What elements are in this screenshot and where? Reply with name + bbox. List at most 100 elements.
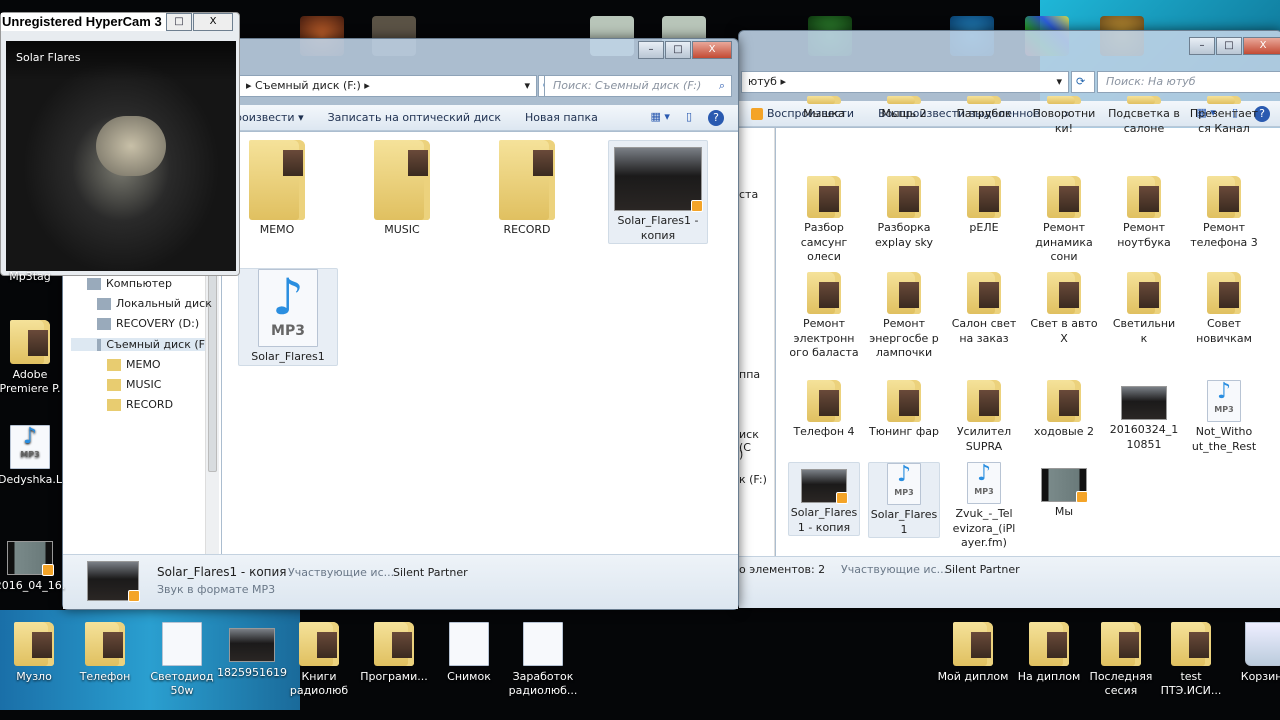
file-item[interactable]: Совет новичкам (1188, 272, 1260, 346)
nav-item[interactable]: RECOVERY (D:) (97, 317, 199, 330)
file-item[interactable]: Мышка (788, 96, 860, 122)
nav-item[interactable]: Локальный диск (97, 297, 212, 310)
nav-item[interactable]: Компьютер (87, 277, 172, 290)
file-item[interactable]: Solar_Flares1 - копия (608, 140, 708, 244)
desktop-icon[interactable]: Книги радиолюб (282, 622, 356, 698)
file-item[interactable]: Разбор самсунг олеси (788, 176, 860, 265)
file-item[interactable]: Патрубок (948, 96, 1020, 122)
desktop-icon[interactable]: Телефон (68, 622, 142, 684)
file-item[interactable]: Презентает ся Канал (1188, 96, 1260, 136)
file-item[interactable]: ♪ MP3 Solar_Flares1 (238, 268, 338, 366)
selected-file-thumbnail (87, 561, 140, 602)
desktop-icon[interactable]: Мой диплом (936, 622, 1010, 684)
desktop-icon[interactable]: Музло (0, 622, 71, 684)
chevron-down-icon[interactable]: ▾ (1056, 72, 1062, 92)
folder-preview (1059, 186, 1079, 212)
folder-preview (899, 282, 919, 308)
folder-icon (374, 622, 414, 666)
desktop-icon[interactable]: Корзина (1228, 622, 1280, 684)
file-item[interactable]: Ремонт энергосбе р лампочки (868, 272, 940, 361)
scrollbar-thumb[interactable] (208, 262, 217, 472)
nav-item-partial[interactable]: ппа (739, 368, 760, 381)
address-bar[interactable]: ▸ Съемный диск (F:) ▸ ▾ (239, 75, 537, 97)
mp3-file-icon (449, 622, 489, 666)
desktop-icon[interactable]: Снимок (432, 622, 506, 684)
desktop-icon[interactable]: Последняя сесия (1084, 622, 1158, 698)
preview-pane-icon[interactable]: ▯ (686, 110, 692, 126)
status-value: Silent Partner (945, 563, 1020, 576)
chevron-down-icon[interactable]: ▾ (524, 76, 530, 96)
desktop-icon[interactable]: ♪ MP3 Dedyshka.L (0, 425, 67, 487)
file-item[interactable]: Поворотни ки! (1028, 96, 1100, 136)
local-disk-icon (97, 297, 111, 310)
file-item[interactable]: ♪ MP3 Not_Witho ut_the_Rest (1188, 380, 1260, 454)
close-button[interactable]: X (193, 13, 233, 31)
file-label: MUSIC (384, 223, 420, 236)
search-input[interactable]: Поиск: На ютуб (1097, 71, 1280, 93)
film-icon (1041, 468, 1088, 503)
desktop-icon[interactable]: test ПТЭ.ИСИ... (1154, 622, 1228, 698)
file-item[interactable]: Телефон 4 (788, 380, 860, 440)
file-item[interactable]: RECORD (482, 140, 572, 238)
file-item[interactable]: ♪ MP3 Solar_Flares 1 (868, 462, 940, 538)
maximize-button[interactable]: □ (166, 13, 192, 31)
desktop-icon[interactable]: Mp3tag (0, 270, 67, 284)
desktop-icon[interactable]: Програми... (357, 622, 431, 684)
file-item[interactable]: Solar_Flares 1 - копия (788, 462, 860, 536)
status-field: Участвующие ис... (841, 563, 948, 576)
file-item[interactable]: Ремонт ноутбука (1108, 176, 1180, 250)
minimize-button[interactable]: – (638, 41, 664, 59)
play-badge-icon (691, 200, 703, 212)
search-icon[interactable]: ⌕ (719, 76, 725, 96)
burn-button[interactable]: Записать на оптический диск (316, 111, 513, 124)
file-item[interactable]: 20160324_1 10851 (1108, 380, 1180, 452)
file-item[interactable]: рЕЛЕ (948, 176, 1020, 236)
nav-item[interactable]: MUSIC (107, 378, 161, 391)
nav-item[interactable]: RECORD (107, 398, 173, 411)
file-item[interactable]: ♪ MP3 Zvuk_-_Tel evizora_(iPl ayer.fm) (948, 462, 1020, 551)
desktop-icon[interactable]: Adobe Premiere P. (0, 320, 67, 396)
file-label: Not_Witho ut_the_Rest (1191, 425, 1257, 453)
refresh-icon[interactable]: ⟳ (1071, 71, 1095, 93)
desktop-icon[interactable]: Светодиод 50w (145, 622, 219, 698)
file-item[interactable]: Светильни к (1108, 272, 1180, 346)
file-item[interactable]: Ремонт динамика сони (1028, 176, 1100, 265)
desktop-icon-label: Мой диплом (937, 670, 1009, 683)
nav-item-partial[interactable]: ) (739, 448, 743, 461)
search-input[interactable]: Поиск: Съемный диск (F:) ⌕ (544, 75, 732, 97)
file-item[interactable]: Мы (1028, 462, 1100, 520)
address-bar[interactable]: ютуб ▸ ▾ (741, 71, 1069, 93)
desktop-icon[interactable]: 2016_04_16. (0, 535, 67, 593)
desktop-icon-label: Програми... (360, 670, 428, 683)
file-item[interactable]: Подсветка в салоне (1108, 96, 1180, 136)
view-options-icon[interactable]: ▦ ▾ (651, 110, 670, 126)
file-item[interactable]: Мышь 2 (868, 96, 940, 122)
close-button[interactable]: X (692, 41, 732, 59)
new-folder-button[interactable]: Новая папка (513, 111, 610, 124)
close-button[interactable]: X (1243, 37, 1280, 55)
file-item[interactable]: Тюнинг фар (868, 380, 940, 440)
nav-item-partial[interactable]: иск (C (739, 428, 774, 454)
mp3-file-icon: ♪ MP3 (887, 463, 921, 505)
file-item[interactable]: MEMO (232, 140, 322, 238)
file-item[interactable]: Усилител SUPRA (948, 380, 1020, 454)
nav-item[interactable]: Съемный диск (F (71, 338, 205, 351)
file-item[interactable]: Свет в авто Х (1028, 272, 1100, 346)
file-item[interactable]: MUSIC (357, 140, 447, 238)
file-item[interactable]: Ремонт электронн ого баласта (788, 272, 860, 361)
play-icon (751, 108, 763, 120)
desktop-icon[interactable]: 1825951619 (215, 622, 289, 680)
file-item[interactable]: ходовые 2 (1028, 380, 1100, 440)
nav-item[interactable]: MEMO (107, 358, 161, 371)
maximize-button[interactable]: □ (665, 41, 691, 59)
maximize-button[interactable]: □ (1216, 37, 1242, 55)
nav-item-partial[interactable]: ста (739, 188, 758, 201)
desktop-icon[interactable]: На диплом (1012, 622, 1086, 684)
desktop-icon[interactable]: Заработок радиолюб... (506, 622, 580, 698)
file-item[interactable]: Ремонт телефона 3 (1188, 176, 1260, 250)
file-item[interactable]: Салон свет на заказ (948, 272, 1020, 346)
minimize-button[interactable]: – (1189, 37, 1215, 55)
nav-item-partial[interactable]: к (F:) (739, 473, 767, 486)
file-item[interactable]: Разборка explay sky (868, 176, 940, 250)
help-icon[interactable]: ? (708, 109, 724, 126)
